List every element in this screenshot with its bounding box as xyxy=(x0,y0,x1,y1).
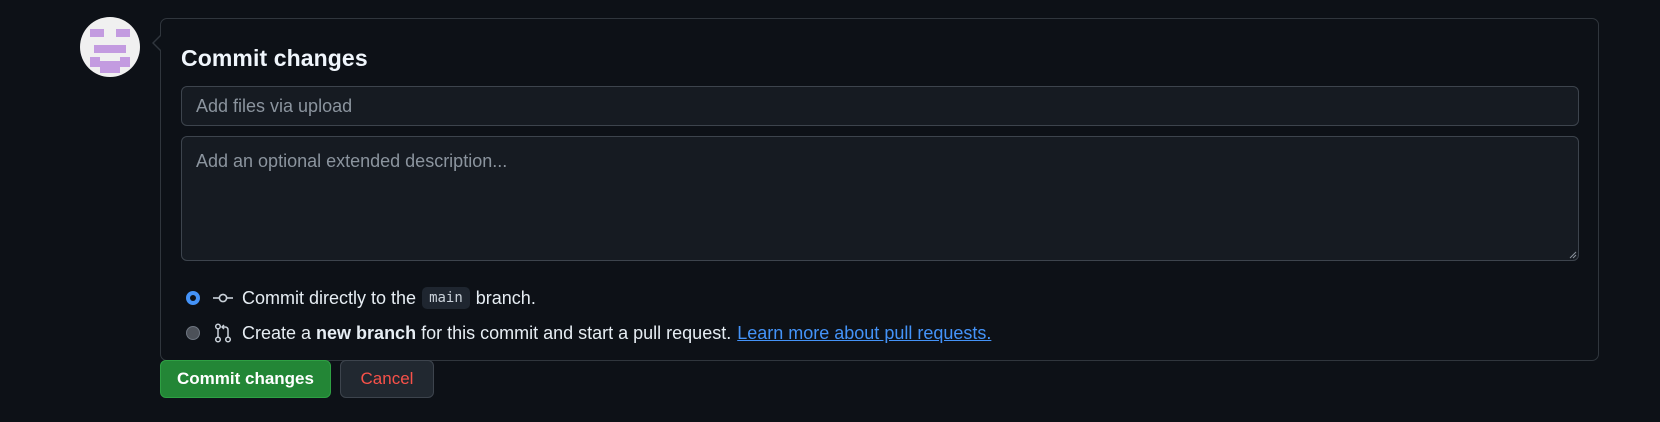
commit-changes-button[interactable]: Commit changes xyxy=(160,360,331,398)
panel-pointer-fill xyxy=(154,35,162,51)
avatar[interactable] xyxy=(80,17,140,77)
avatar-pixel xyxy=(90,57,100,67)
option-commit-directly[interactable]: Commit directly to the main branch. xyxy=(186,285,536,311)
avatar-pixel xyxy=(120,57,130,67)
option-new-branch[interactable]: Create a new branch for this commit and … xyxy=(186,320,991,346)
commit-description-textarea[interactable] xyxy=(181,136,1579,261)
avatar-pixel xyxy=(90,29,104,37)
cancel-button[interactable]: Cancel xyxy=(340,360,434,398)
option-new-bold: new branch xyxy=(316,322,417,343)
git-commit-icon xyxy=(212,287,234,309)
git-pull-request-icon xyxy=(212,322,234,344)
avatar-pixel xyxy=(100,61,120,73)
option-direct-suffix: branch. xyxy=(475,287,536,308)
resize-grip-icon[interactable] xyxy=(1569,251,1577,259)
branch-name: main xyxy=(422,287,470,309)
radio-new-branch[interactable] xyxy=(186,326,200,340)
learn-more-link[interactable]: Learn more about pull requests. xyxy=(737,323,991,344)
commit-summary-input[interactable] xyxy=(181,86,1579,126)
avatar-pixel xyxy=(94,45,126,53)
option-new-prefix: Create a xyxy=(242,322,312,343)
commit-panel: Commit changes Commit directly to the ma… xyxy=(152,18,1599,361)
avatar-pixel xyxy=(116,29,130,37)
option-new-suffix: for this commit and start a pull request… xyxy=(421,322,732,343)
option-direct-prefix: Commit directly to the xyxy=(242,287,417,308)
radio-commit-directly[interactable] xyxy=(186,291,200,305)
commit-title: Commit changes xyxy=(181,45,368,71)
